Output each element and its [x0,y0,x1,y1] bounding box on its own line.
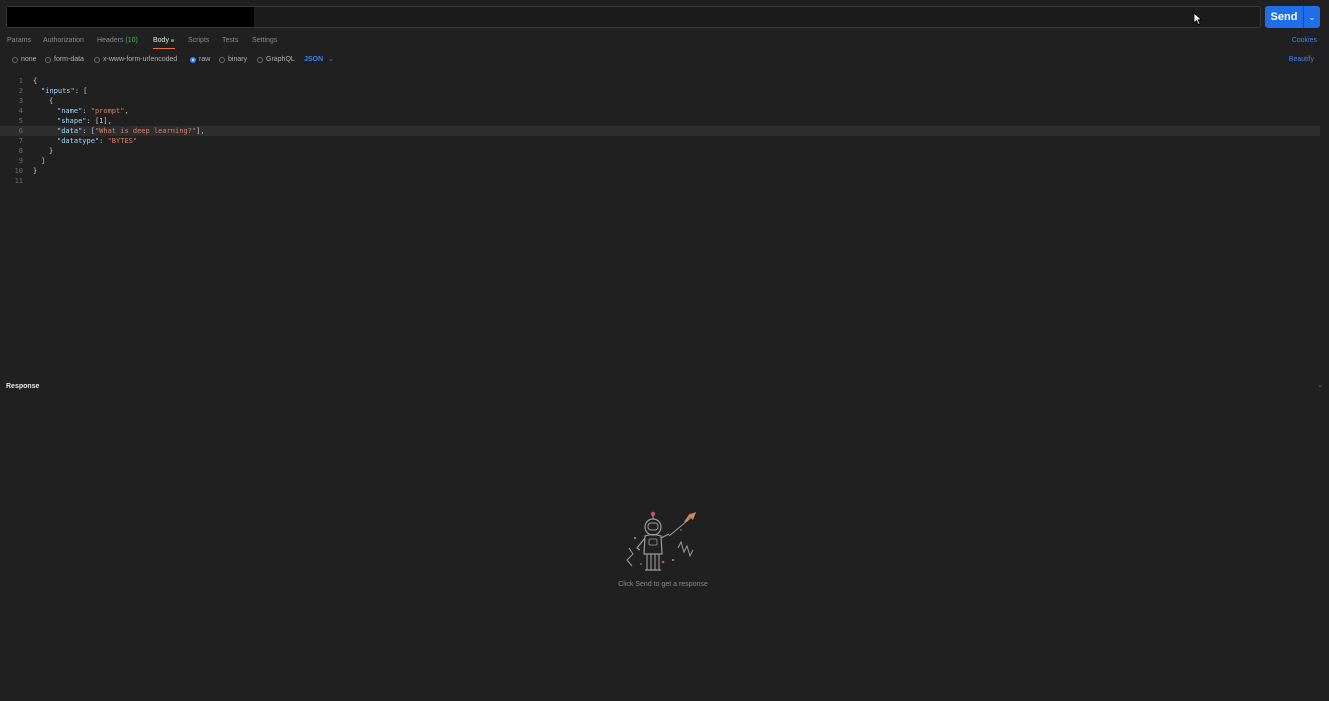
radio-graphql[interactable]: GraphQL [257,56,295,63]
radio-binary-label: binary [228,56,248,63]
beautify-button[interactable]: Beautify [1289,56,1314,63]
request-bar: Send ⌄ [0,0,1329,33]
tab-tests[interactable]: Tests [222,37,238,44]
code-line: 11 [14,177,23,185]
url-input[interactable] [257,7,1257,27]
radio-graphql-label: GraphQL [266,56,295,63]
tab-body[interactable]: Body [153,37,174,44]
code-line: 10} [14,167,38,175]
tab-settings[interactable]: Settings [252,37,277,44]
radio-circle-icon [94,56,100,63]
tab-scripts[interactable]: Scripts [188,37,209,44]
radio-circle-icon [257,56,263,63]
url-field-container[interactable] [6,6,1261,28]
send-button[interactable]: Send [1265,6,1303,28]
tab-headers[interactable]: Headers (10) [97,37,138,44]
mouse-pointer-icon [1193,12,1203,26]
radio-form-data-label: form-data [54,56,84,63]
radio-urlencoded[interactable]: x-www-form-urlencoded [94,56,177,63]
radio-raw-label: raw [199,56,211,63]
format-dropdown[interactable]: JSON [304,56,323,63]
response-header: Response ⌄ [0,379,1329,395]
code-line: 8} [18,147,54,155]
radio-none-label: none [21,56,37,63]
radio-urlencoded-label: x-www-form-urlencoded [103,56,178,63]
body-modified-dot-icon [170,38,174,42]
chevron-down-icon[interactable]: ⌄ [328,55,334,63]
send-button-group: Send ⌄ [1265,6,1320,28]
radio-selected-icon [190,56,196,63]
tab-authorization[interactable]: Authorization [43,37,84,44]
astronaut-rocket-illustration-icon [626,511,696,571]
body-type-options: none form-data x-www-form-urlencoded raw… [0,53,1329,67]
send-options-chevron-icon[interactable]: ⌄ [1304,6,1320,28]
code-line: 2 "inputs": [ [18,87,88,95]
tab-headers-label: Headers [97,37,124,44]
cookies-link[interactable]: Cookies [1292,37,1317,44]
code-line: 7 "datatype": "BYTES" [18,137,138,145]
radio-circle-icon [219,56,225,63]
request-tabs: Params Authorization Headers (10) Body S… [0,34,1329,50]
code-line: 5 "shape": [1], [18,117,112,125]
tab-body-label: Body [153,37,169,44]
json-editor[interactable]: 1{ 2 "inputs": [ 3{ 4 "name": "prompt", 5 "… [0,73,1329,373]
code-line: 3{ [18,97,54,105]
code-line: 9] [18,157,46,165]
empty-response-message: Click Send to get a response [618,581,708,588]
code-line: 4 "name": "prompt", [18,107,129,115]
redacted-url-block [7,7,254,27]
radio-form-data[interactable]: form-data [45,56,84,63]
code-line: 1{ [18,77,38,85]
response-title: Response [6,383,40,390]
collapse-chevron-icon[interactable]: ⌄ [1317,381,1323,389]
active-tab-underline [153,48,175,49]
radio-binary[interactable]: binary [219,56,247,63]
radio-circle-icon [12,56,18,63]
code-line-highlighted: 6 "data": ["What is deep learning?"], [0,126,1320,136]
tab-params[interactable]: Params [7,37,31,44]
headers-count-badge: (10) [125,37,138,44]
radio-none[interactable]: none [12,56,37,63]
radio-raw[interactable]: raw [190,56,210,63]
radio-circle-icon [45,56,51,63]
